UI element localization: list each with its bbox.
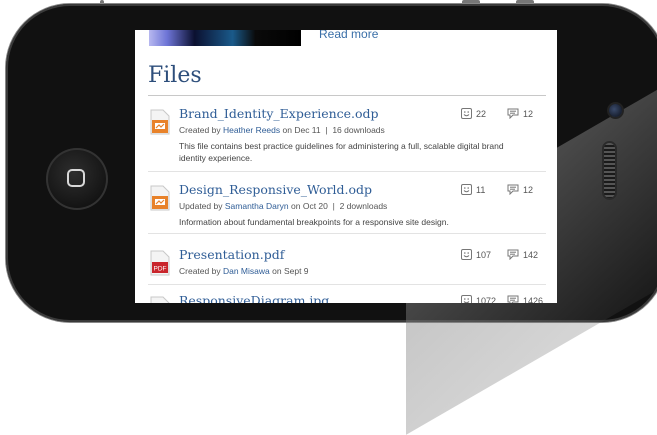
image-file-icon: [150, 296, 170, 303]
file-name-link[interactable]: Brand_Identity_Experience.odp: [179, 106, 379, 121]
meta-prefix: Created by: [179, 125, 221, 135]
file-item: Design_Responsive_World.odp Updated by S…: [148, 182, 548, 234]
pdf-icon-label: PDF: [154, 266, 167, 273]
like-count: 1072: [476, 295, 497, 304]
comment-count: 1426: [523, 295, 544, 304]
like-stat[interactable]: 1072: [461, 295, 496, 303]
pdf-file-icon: PDF: [150, 250, 170, 276]
divider: [148, 171, 546, 172]
divider: [148, 233, 546, 234]
file-meta: Updated by Samantha Daryn on Oct 20 | 2 …: [179, 201, 387, 211]
hero-image: [149, 30, 301, 46]
like-count: 11: [476, 184, 486, 195]
author-link[interactable]: Heather Reeds: [223, 125, 280, 135]
like-stat[interactable]: 22: [461, 108, 486, 119]
read-more-link[interactable]: Read more: [319, 30, 378, 41]
comment-icon: [507, 108, 519, 119]
file-item: ResponsiveDiagram.jpg 1072 1426: [148, 293, 548, 303]
home-square-icon: [67, 169, 85, 187]
meta-prefix: Created by: [179, 266, 221, 276]
file-name-link[interactable]: Presentation.pdf: [179, 247, 284, 262]
like-icon: [461, 249, 472, 260]
author-link[interactable]: Samantha Daryn: [225, 201, 289, 211]
comment-stat[interactable]: 142: [507, 249, 538, 260]
speaker-grille: [604, 143, 615, 198]
comment-icon: [507, 249, 519, 260]
like-icon: [461, 184, 472, 195]
author-link[interactable]: Dan Misawa: [223, 266, 270, 276]
meta-separator: |: [332, 201, 335, 211]
comment-icon: [507, 295, 519, 303]
meta-separator: |: [325, 125, 328, 135]
divider: [148, 95, 546, 96]
like-stat[interactable]: 107: [461, 249, 491, 260]
file-name-link[interactable]: ResponsiveDiagram.jpg: [179, 293, 329, 303]
file-meta: Created by Heather Reeds on Dec 11 | 16 …: [179, 125, 385, 135]
divider: [148, 284, 546, 285]
phone-screen: Read more Files Brand_Identity_Experienc…: [135, 30, 557, 303]
file-meta: Created by Dan Misawa on Sept 9: [179, 266, 309, 276]
section-title: Files: [148, 63, 202, 88]
meta-date: on Dec 11: [282, 125, 321, 135]
comment-count: 142: [523, 249, 539, 260]
comment-count: 12: [523, 108, 534, 119]
download-count: 2 downloads: [339, 201, 388, 211]
home-button[interactable]: [46, 148, 108, 210]
like-stat[interactable]: 11: [461, 184, 485, 195]
file-name-link[interactable]: Design_Responsive_World.odp: [179, 182, 372, 197]
presentation-file-icon: [150, 185, 170, 211]
file-item: PDF Presentation.pdf Created by Dan Misa…: [148, 247, 548, 285]
meta-prefix: Updated by: [179, 201, 223, 211]
like-count: 22: [476, 108, 487, 119]
presentation-file-icon: [150, 109, 170, 135]
comment-count: 12: [523, 184, 534, 195]
meta-date: on Oct 20: [291, 201, 328, 211]
comment-stat[interactable]: 12: [507, 184, 533, 195]
download-count: 16 downloads: [332, 125, 385, 135]
like-icon: [461, 295, 472, 303]
file-item: Brand_Identity_Experience.odp Created by…: [148, 106, 548, 172]
like-count: 107: [476, 249, 492, 260]
file-description: This file contains best practice guideli…: [179, 141, 504, 163]
file-description: Information about fundamental breakpoint…: [179, 217, 449, 227]
comment-stat[interactable]: 12: [507, 108, 533, 119]
like-icon: [461, 108, 472, 119]
meta-date: on Sept 9: [272, 266, 309, 276]
front-camera: [609, 104, 622, 117]
comment-icon: [507, 184, 519, 195]
phone-mockup: Read more Files Brand_Identity_Experienc…: [0, 0, 657, 435]
comment-stat[interactable]: 1426: [507, 295, 543, 303]
